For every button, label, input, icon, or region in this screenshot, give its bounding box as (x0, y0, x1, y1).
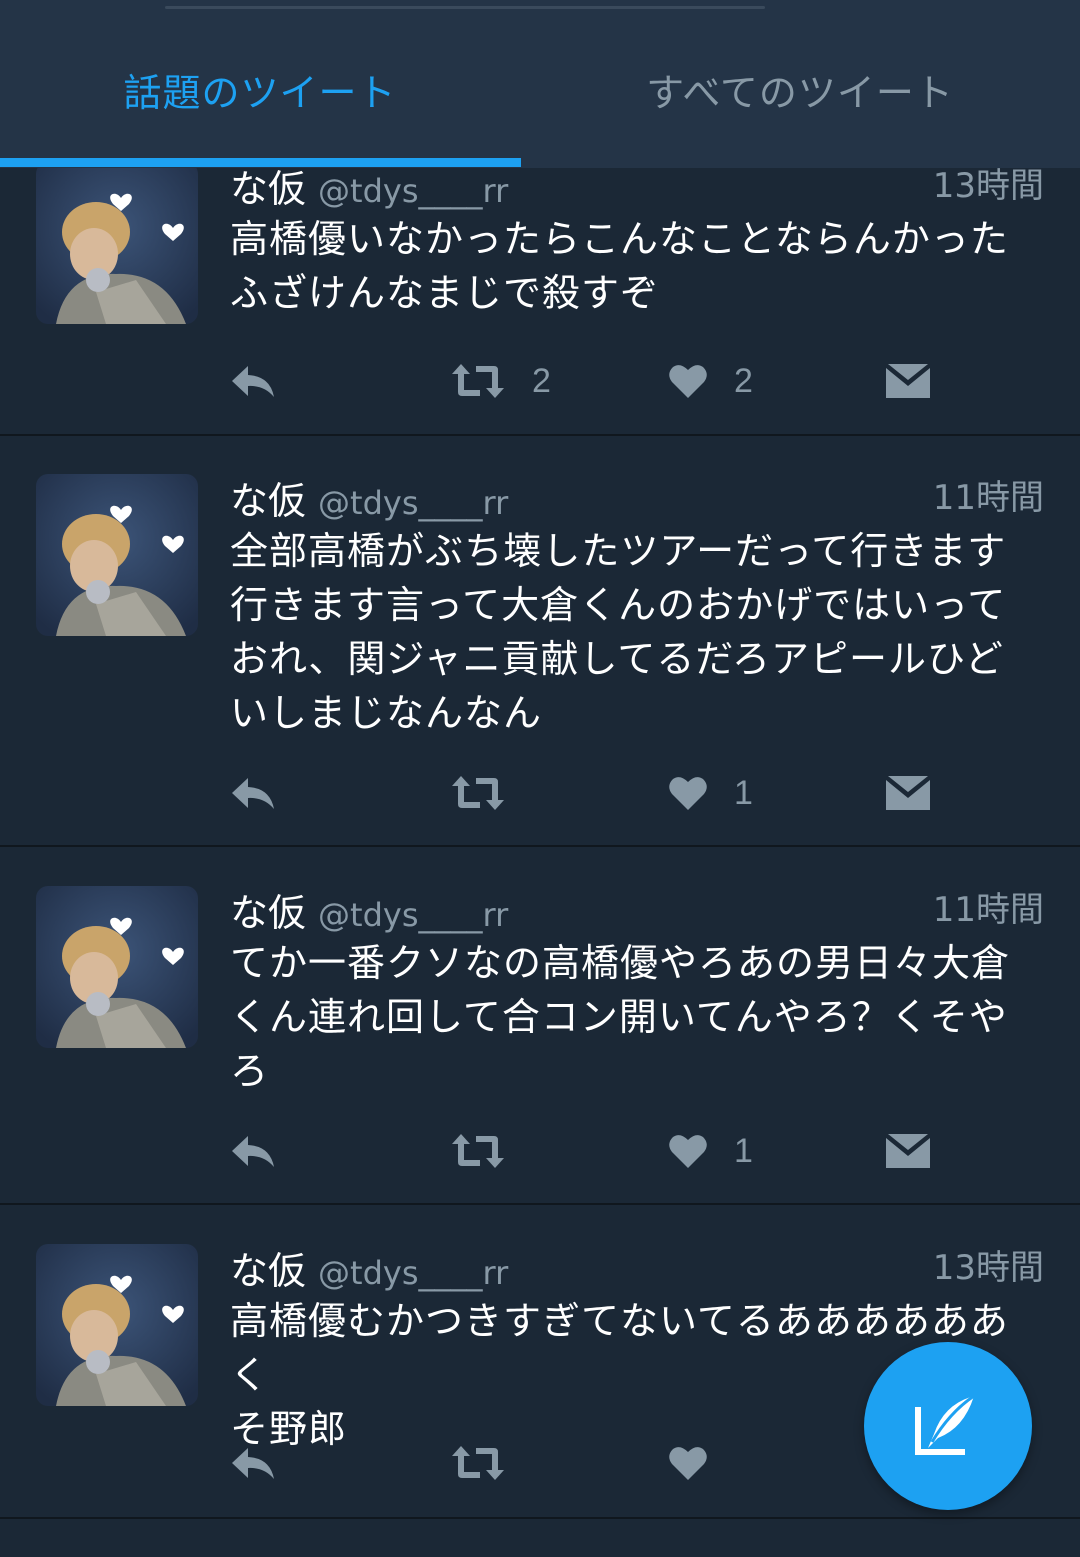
tweet-text: 全部高橋がぶち壊したツアーだって行きます 行きます言って大倉くんのおかげではいっ… (230, 529, 1007, 735)
retweet-icon (452, 776, 504, 810)
envelope-icon (886, 776, 930, 810)
tweet-header: な仮 @tdys____rr 11時間 (230, 470, 1044, 524)
tweet-time: 13時間 (932, 168, 1044, 206)
envelope-icon (886, 1134, 930, 1168)
tab-all-tweets[interactable]: すべてのツイート (540, 58, 1060, 128)
user-handle[interactable]: @tdys____rr (318, 896, 508, 934)
reply-icon (232, 778, 274, 809)
retweet-button[interactable] (450, 1438, 532, 1488)
tweet-time: 11時間 (932, 890, 1044, 930)
tweet-card[interactable]: な仮 @tdys____rr 11時間 てか一番クソなの高橋優やろあの男日々大倉 … (0, 847, 1080, 1205)
reply-icon (232, 366, 274, 397)
retweet-button[interactable]: 2 (450, 356, 551, 406)
user-name[interactable]: な仮 (230, 891, 306, 935)
retweet-button[interactable] (450, 1126, 532, 1176)
tweet-actions: 2 2 (230, 356, 990, 406)
like-button[interactable]: 1 (668, 1126, 753, 1176)
direct-message-button[interactable] (886, 356, 930, 406)
retweet-icon (452, 1134, 504, 1168)
heart-icon (669, 365, 707, 398)
avatar[interactable] (36, 168, 198, 324)
user-handle[interactable]: @tdys____rr (318, 1254, 508, 1292)
heart-icon (669, 777, 707, 810)
like-count: 1 (734, 1131, 753, 1170)
retweet-button[interactable] (450, 768, 532, 818)
tweet-time: 11時間 (932, 478, 1044, 518)
like-count: 2 (734, 361, 753, 400)
like-button[interactable]: 2 (668, 356, 753, 406)
tweet-text: てか一番クソなの高橋優やろあの男日々大倉 くん連れ回して合コン開いてんやろ？くそ… (230, 941, 1011, 1093)
heart-icon (669, 1135, 707, 1168)
tweet-text: 高橋優いなかったらこんなことならんかった ふざけんなまじで殺すぞ (230, 217, 1009, 315)
direct-message-button[interactable] (886, 768, 930, 818)
avatar[interactable] (36, 474, 198, 636)
compose-tweet-icon (915, 1394, 975, 1455)
tweet-actions: 1 (230, 1126, 990, 1176)
reply-button[interactable] (230, 768, 276, 818)
avatar[interactable] (36, 886, 198, 1048)
drag-handle (165, 6, 765, 9)
tweet-header: な仮 @tdys____rr 13時間 (230, 1240, 1044, 1294)
active-tab-indicator (0, 158, 521, 167)
user-name[interactable]: な仮 (230, 1249, 306, 1293)
tweet-time: 13時間 (932, 1248, 1044, 1288)
user-handle[interactable]: @tdys____rr (318, 484, 508, 522)
like-button[interactable]: 1 (668, 768, 753, 818)
reply-button[interactable] (230, 356, 276, 406)
reply-icon (232, 1448, 274, 1479)
user-handle[interactable]: @tdys____rr (318, 172, 508, 210)
retweet-icon (452, 1446, 504, 1480)
envelope-icon (886, 364, 930, 398)
direct-message-button[interactable] (886, 1126, 930, 1176)
tab-top-tweets[interactable]: 話題のツイート (0, 58, 520, 128)
tweet-header: な仮 @tdys____rr 11時間 (230, 882, 1044, 936)
user-name[interactable]: な仮 (230, 479, 306, 523)
like-button[interactable] (668, 1438, 734, 1488)
tweet-header: な仮 @tdys____rr 13時間 (230, 168, 1044, 212)
retweet-icon (452, 364, 504, 398)
retweet-count: 2 (532, 361, 551, 400)
avatar[interactable] (36, 1244, 198, 1406)
tabs-header: 話題のツイート すべてのツイート (0, 0, 1080, 168)
tweet-card[interactable]: な仮 @tdys____rr 11時間 全部高橋がぶち壊したツアーだって行きます … (0, 436, 1080, 847)
tweet-card[interactable]: な仮 @tdys____rr 13時間 高橋優いなかったらこんなことならんかった … (0, 168, 1080, 436)
user-name[interactable]: な仮 (230, 168, 306, 211)
compose-tweet-button[interactable] (864, 1342, 1032, 1510)
tweet-actions: 1 (230, 768, 990, 818)
heart-icon (669, 1447, 707, 1480)
like-count: 1 (734, 773, 753, 812)
reply-icon (232, 1136, 274, 1167)
reply-button[interactable] (230, 1126, 276, 1176)
reply-button[interactable] (230, 1438, 276, 1488)
